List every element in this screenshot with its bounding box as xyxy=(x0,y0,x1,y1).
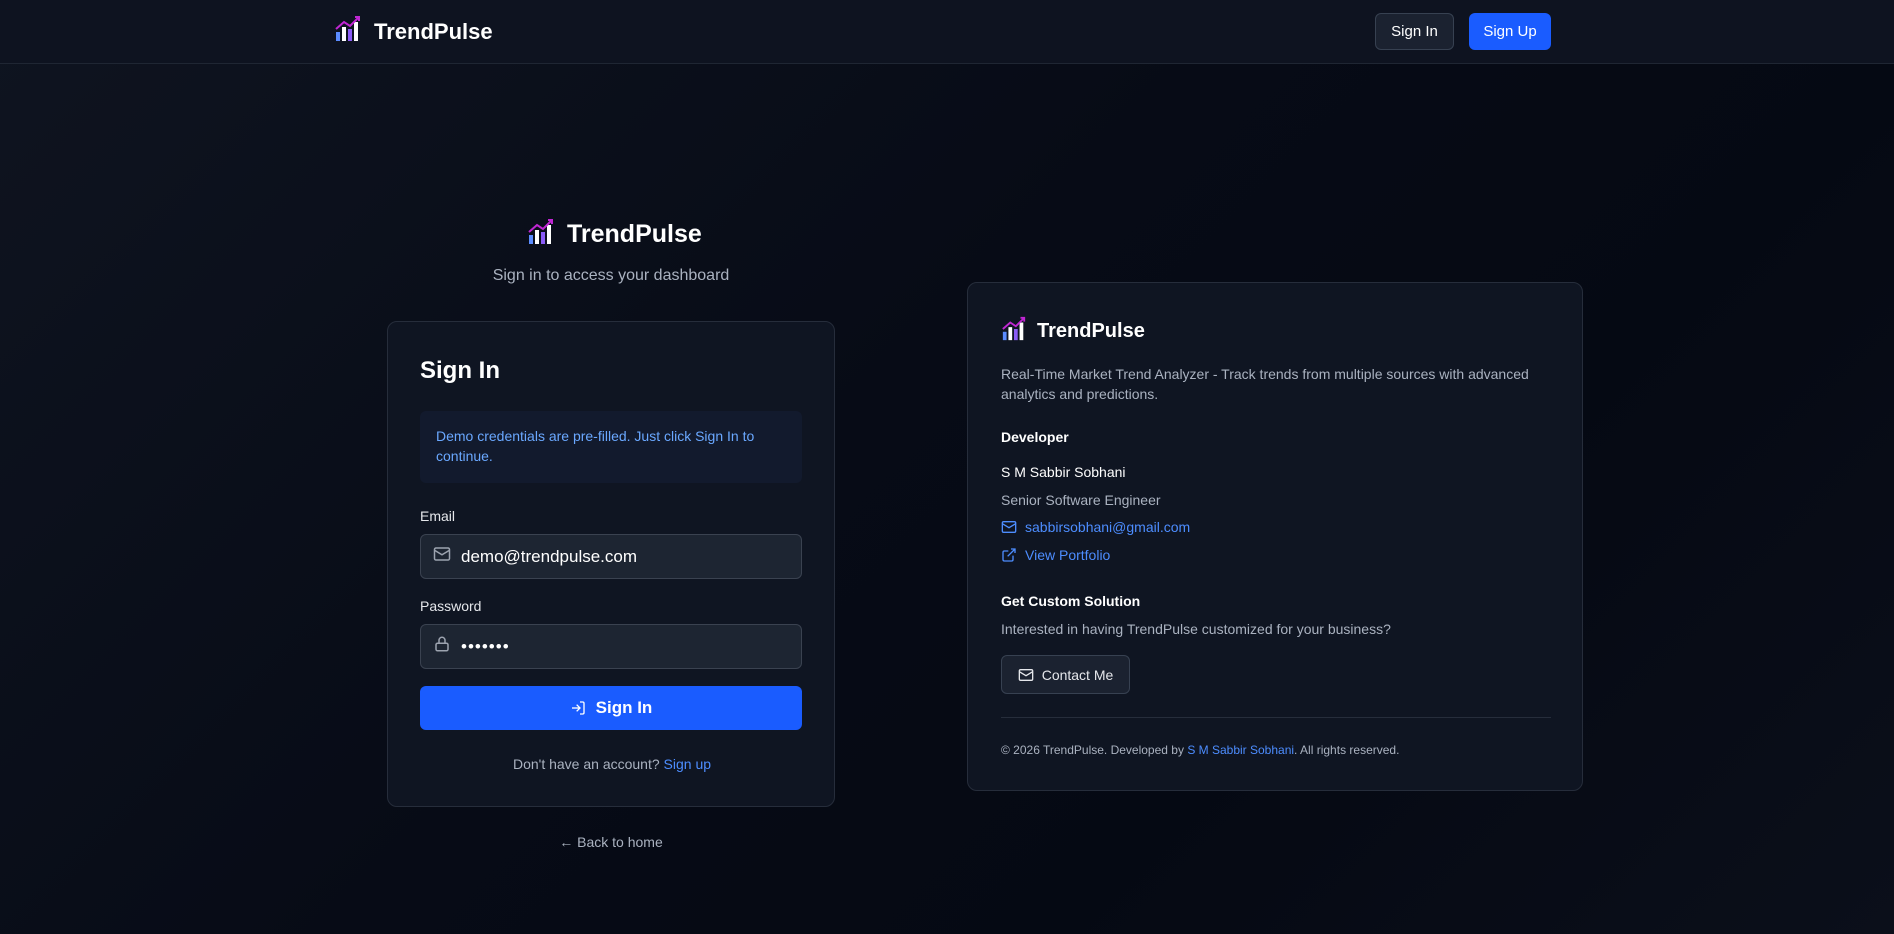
password-value: ••••••• xyxy=(461,636,510,656)
developer-email: sabbirsobhani@gmail.com xyxy=(1025,519,1191,535)
footer-divider xyxy=(1001,717,1551,718)
developer-heading: Developer xyxy=(1001,429,1069,445)
trend-bars-logo-icon xyxy=(1001,316,1027,347)
info-brand: TrendPulse xyxy=(1001,316,1145,347)
footer-suffix: . All rights reserved. xyxy=(1294,743,1400,757)
signin-card: Sign In Demo credentials are pre-filled.… xyxy=(387,321,835,807)
contact-me-button[interactable]: Contact Me xyxy=(1001,655,1130,694)
developer-role: Senior Software Engineer xyxy=(1001,492,1161,508)
log-in-icon xyxy=(570,700,586,716)
contact-me-label: Contact Me xyxy=(1041,666,1114,683)
copyright-footer: © 2026 TrendPulse. Developed by S M Sabb… xyxy=(1001,743,1399,757)
auth-brand: TrendPulse xyxy=(527,218,702,251)
mail-icon xyxy=(433,545,451,568)
nav-signup-button[interactable]: Sign Up xyxy=(1469,13,1551,50)
email-value: demo@trendpulse.com xyxy=(461,546,638,566)
portfolio-label: View Portfolio xyxy=(1025,547,1111,563)
info-card: TrendPulse Real-Time Market Trend Analyz… xyxy=(967,282,1583,791)
custom-solution-heading: Get Custom Solution xyxy=(1001,593,1141,609)
email-field[interactable]: demo@trendpulse.com xyxy=(420,534,802,579)
mail-icon xyxy=(1018,667,1034,683)
navbar-brand-name: TrendPulse xyxy=(374,18,493,44)
password-label: Password xyxy=(420,598,482,614)
signin-submit-label: Sign In xyxy=(595,698,653,717)
back-to-home-link[interactable]: ← Back to home xyxy=(387,834,835,850)
portfolio-link[interactable]: View Portfolio xyxy=(1001,547,1110,563)
signin-title: Sign In xyxy=(420,357,500,384)
signup-prompt: Don't have an account? Sign up xyxy=(388,756,836,772)
custom-solution-text: Interested in having TrendPulse customiz… xyxy=(1001,621,1391,637)
developer-email-link[interactable]: sabbirsobhani@gmail.com xyxy=(1001,519,1190,535)
developer-name: S M Sabbir Sobhani xyxy=(1001,464,1126,480)
top-navbar: TrendPulse Sign In Sign Up xyxy=(0,0,1894,64)
external-link-icon xyxy=(1001,547,1017,563)
no-account-text: Don't have an account? xyxy=(512,756,660,772)
password-field[interactable]: ••••••• xyxy=(420,624,802,669)
footer-author-link[interactable]: S M Sabbir Sobhani xyxy=(1187,743,1294,757)
email-label: Email xyxy=(420,508,456,524)
footer-prefix: © 2026 TrendPulse. Developed by xyxy=(1001,743,1184,757)
demo-credentials-note: Demo credentials are pre-filled. Just cl… xyxy=(420,411,802,483)
trend-bars-logo-icon xyxy=(334,15,362,48)
auth-brand-name: TrendPulse xyxy=(567,220,702,248)
auth-subtitle: Sign in to access your dashboard xyxy=(492,267,730,284)
app-description: Real-Time Market Trend Analyzer - Track … xyxy=(1001,366,1529,402)
trend-bars-logo-icon xyxy=(527,218,555,251)
navbar-brand[interactable]: TrendPulse xyxy=(334,15,493,48)
info-brand-name: TrendPulse xyxy=(1037,320,1145,342)
signup-link[interactable]: Sign up xyxy=(664,756,711,772)
nav-signin-button[interactable]: Sign In xyxy=(1375,13,1454,50)
signin-submit-button[interactable]: Sign In xyxy=(420,686,802,730)
lock-icon xyxy=(433,635,451,658)
mail-icon xyxy=(1001,519,1017,535)
